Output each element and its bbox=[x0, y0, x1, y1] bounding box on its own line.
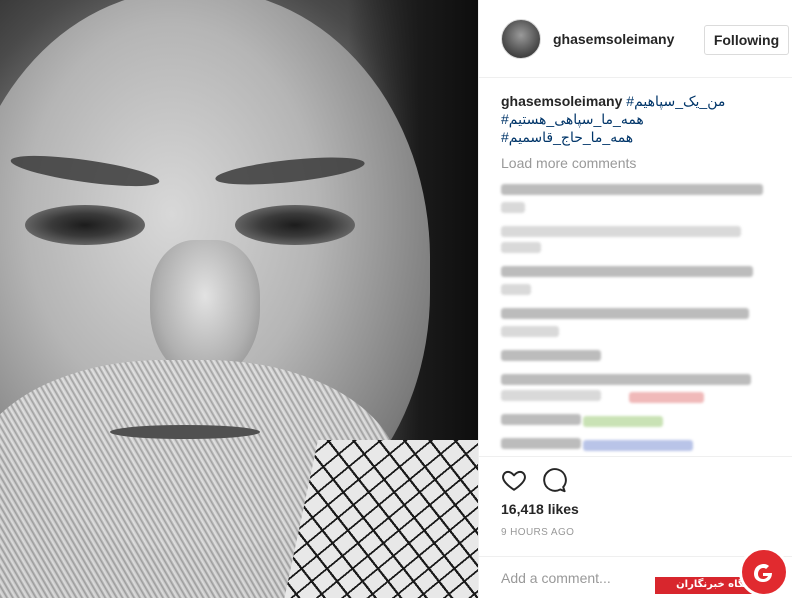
blurred-comment bbox=[501, 242, 541, 253]
heart-icon[interactable] bbox=[501, 467, 527, 493]
following-button[interactable]: Following bbox=[704, 25, 789, 55]
blurred-comment bbox=[501, 202, 525, 213]
comments-section: ghasemsoleimany #من_یک_سپاهیم #همه_ما_سپ… bbox=[479, 78, 792, 456]
post-side-panel: ghasemsoleimany Following ghasemsoleiman… bbox=[478, 0, 792, 598]
photo-eye-left bbox=[25, 205, 145, 245]
post-caption: ghasemsoleimany #من_یک_سپاهیم #همه_ما_سپ… bbox=[501, 92, 776, 146]
blurred-comment bbox=[501, 184, 763, 195]
post-actions: 16,418 likes 9 HOURS AGO bbox=[479, 456, 792, 556]
post-photo[interactable] bbox=[0, 0, 478, 598]
blurred-comment bbox=[501, 390, 601, 401]
blurred-comment bbox=[501, 284, 531, 295]
caption-hashtag-2[interactable]: #همه_ما_سپاهی_هستیم bbox=[501, 110, 776, 128]
blurred-comment bbox=[501, 226, 741, 237]
photo-eye-right bbox=[235, 205, 355, 245]
caption-first-line: ghasemsoleimany #من_یک_سپاهیم bbox=[501, 92, 776, 110]
avatar[interactable] bbox=[501, 19, 541, 59]
photo-nose bbox=[150, 240, 260, 380]
watermark-logo-icon bbox=[739, 547, 789, 597]
caption-hashtag-3[interactable]: #همه_ما_حاج_قاسمیم bbox=[501, 128, 776, 146]
comment-icon[interactable] bbox=[541, 467, 567, 493]
blurred-comment bbox=[501, 414, 581, 425]
blurred-comment bbox=[501, 308, 749, 319]
blurred-comment bbox=[501, 438, 581, 449]
blurred-comment-emoji bbox=[583, 440, 693, 451]
post-timestamp[interactable]: 9 HOURS AGO bbox=[501, 527, 574, 538]
blurred-comment bbox=[501, 326, 559, 337]
likes-count[interactable]: 16,418 likes bbox=[501, 501, 579, 517]
blurred-comment bbox=[501, 266, 753, 277]
caption-username[interactable]: ghasemsoleimany bbox=[501, 93, 622, 109]
watermark: باشگاه خبرنگاران bbox=[655, 545, 792, 598]
blurred-comment-emoji bbox=[583, 416, 663, 427]
blurred-comment-emoji bbox=[629, 392, 704, 403]
header-username[interactable]: ghasemsoleimany bbox=[553, 31, 674, 47]
caption-hashtag-1[interactable]: #من_یک_سپاهیم bbox=[626, 93, 725, 109]
post-header: ghasemsoleimany Following bbox=[479, 0, 792, 78]
photo-mouth bbox=[110, 425, 260, 439]
blurred-comment bbox=[501, 374, 751, 385]
load-more-comments-link[interactable]: Load more comments bbox=[501, 155, 636, 171]
blurred-comment bbox=[501, 350, 601, 361]
